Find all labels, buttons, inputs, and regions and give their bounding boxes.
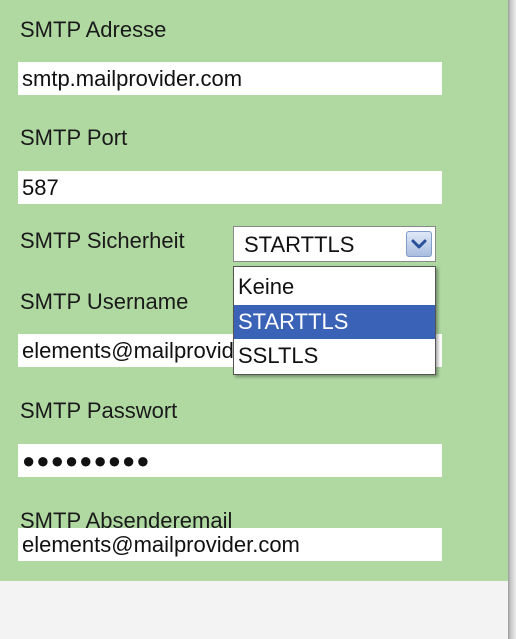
panel-right-edge: [508, 0, 516, 639]
smtp-port-input[interactable]: 587: [18, 171, 442, 204]
smtp-settings-panel: SMTP Adresse smtp.mailprovider.com SMTP …: [0, 0, 508, 581]
smtp-port-label: SMTP Port: [20, 125, 128, 150]
smtp-address-label: SMTP Adresse: [20, 17, 167, 42]
smtp-password-label: SMTP Passwort: [20, 398, 178, 423]
dropdown-option-keine[interactable]: Keine: [234, 270, 435, 304]
smtp-password-input[interactable]: ●●●●●●●●●: [18, 444, 442, 477]
smtp-security-label: SMTP Sicherheit: [20, 228, 185, 253]
smtp-security-selected-value: STARTTLS: [244, 232, 355, 257]
smtp-security-dropdown: Keine STARTTLS SSLTLS: [233, 266, 436, 375]
chevron-down-icon: [411, 239, 427, 249]
dropdown-option-starttls[interactable]: STARTTLS: [234, 305, 435, 339]
smtp-address-input[interactable]: smtp.mailprovider.com: [18, 62, 442, 95]
smtp-username-label: SMTP Username: [20, 289, 189, 314]
select-arrow-button[interactable]: [406, 231, 432, 257]
dropdown-option-ssltls[interactable]: SSLTLS: [234, 339, 435, 373]
smtp-sender-input[interactable]: elements@mailprovider.com: [18, 528, 442, 561]
page-bottom-area: [0, 581, 508, 639]
smtp-security-select[interactable]: STARTTLS: [233, 226, 436, 262]
